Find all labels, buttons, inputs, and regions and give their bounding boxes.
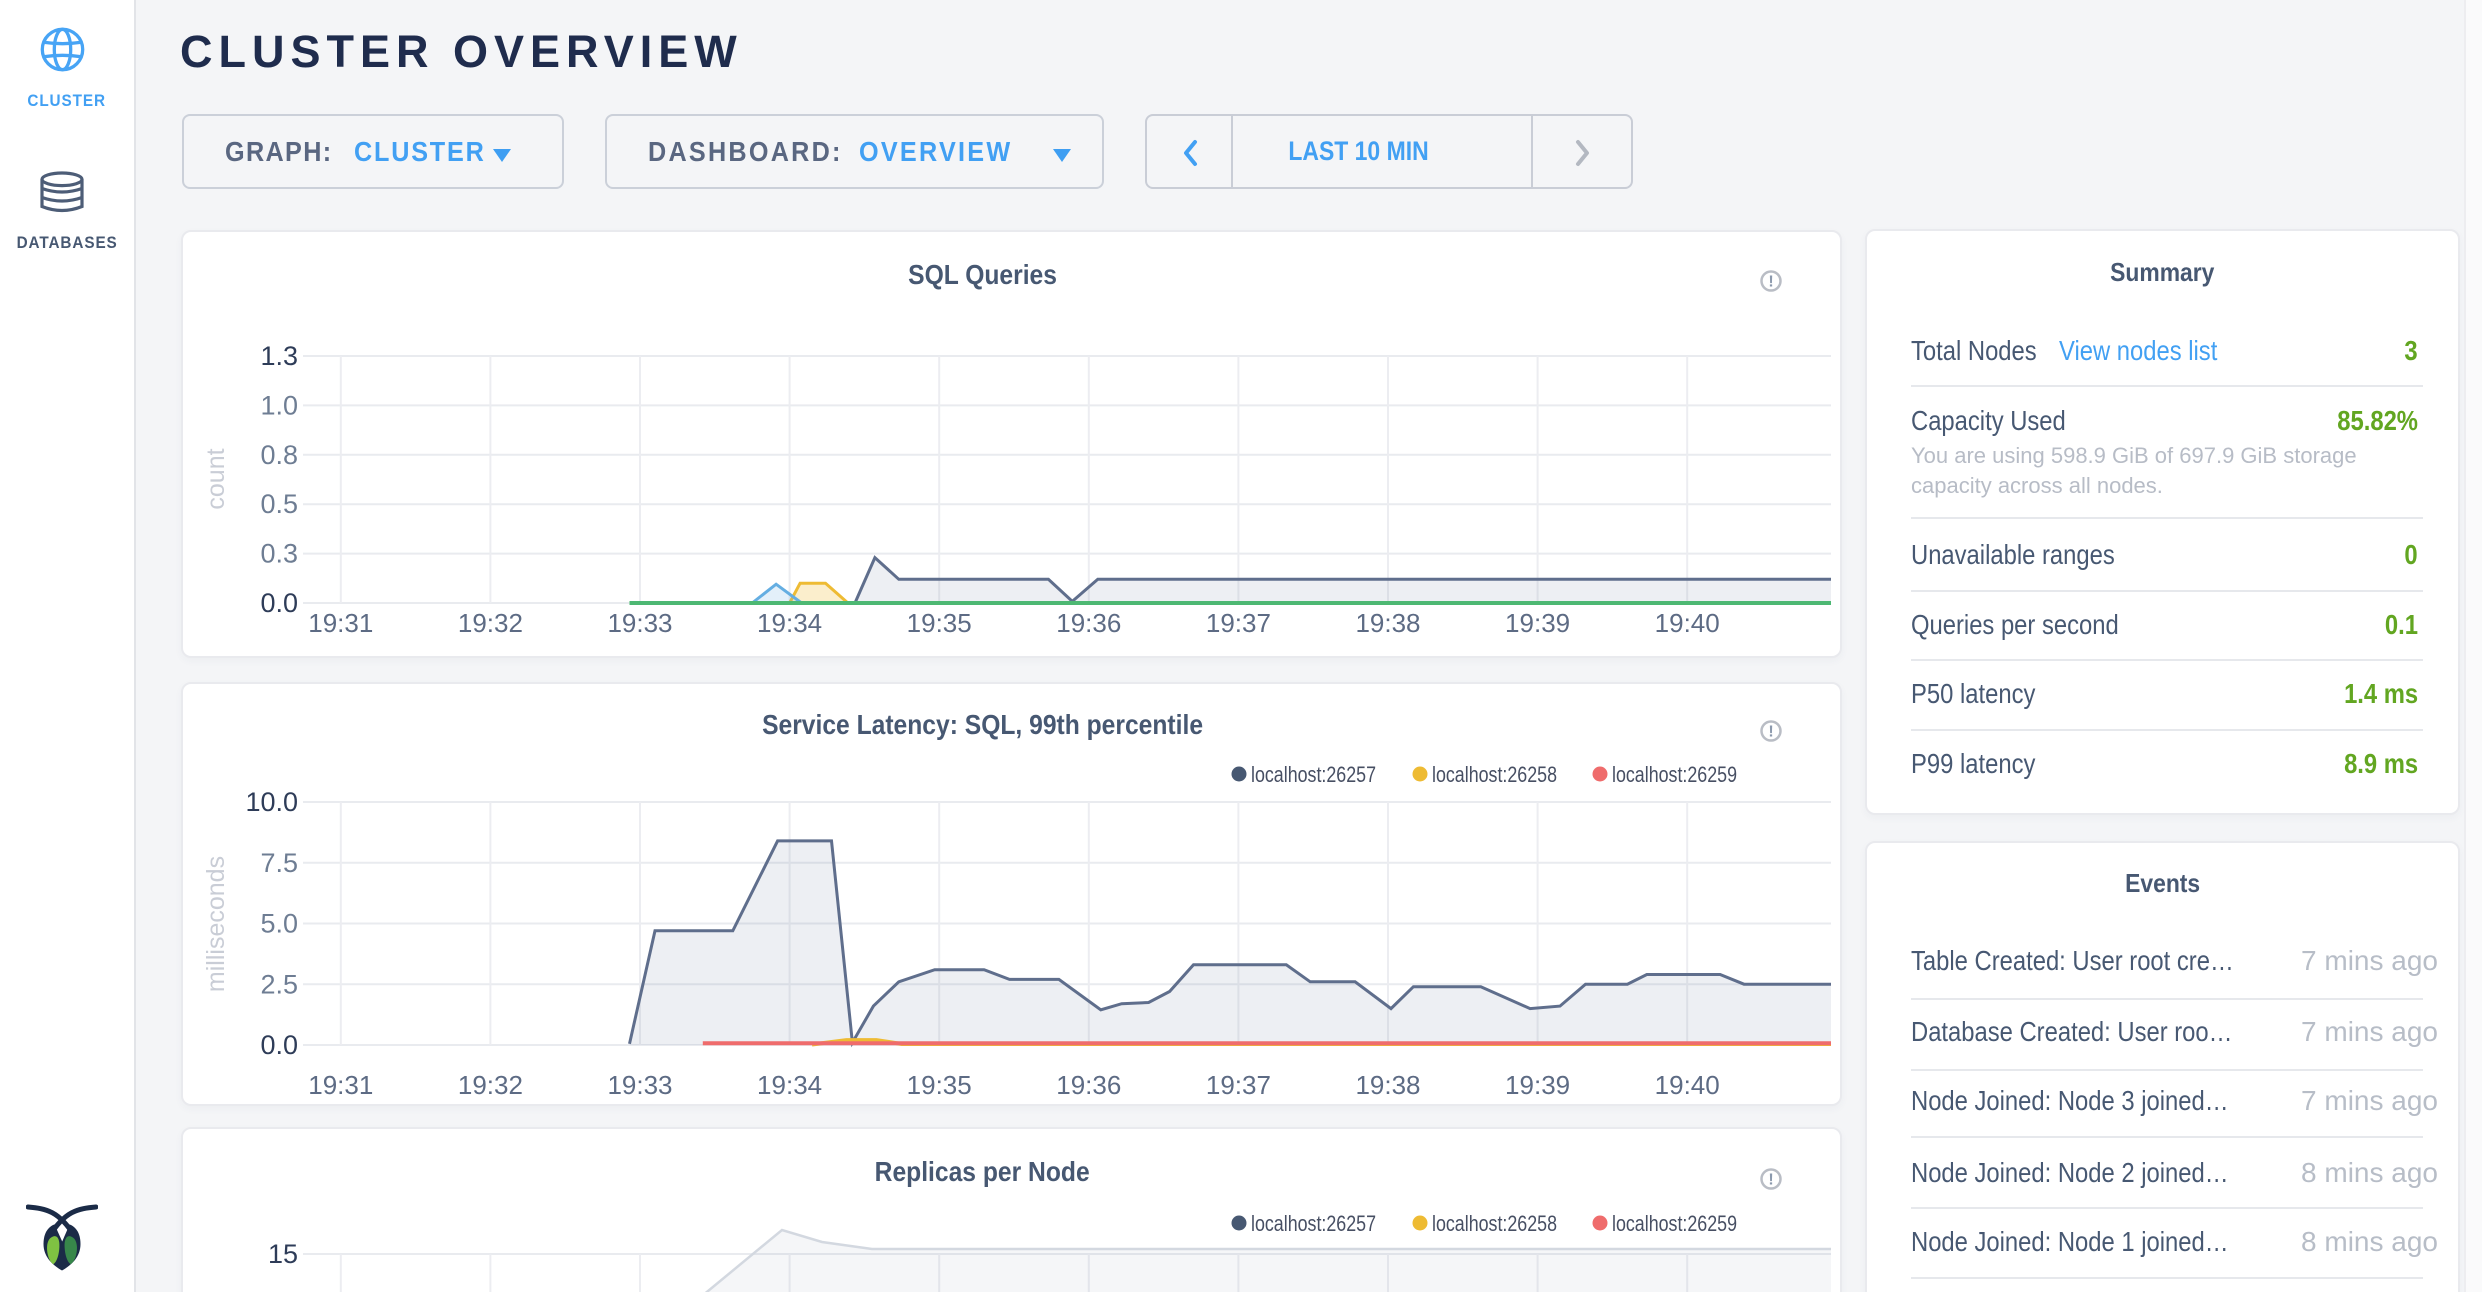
svg-text:19:38: 19:38 bbox=[1355, 1070, 1420, 1100]
svg-text:19:36: 19:36 bbox=[1056, 608, 1121, 638]
svg-text:19:39: 19:39 bbox=[1505, 608, 1570, 638]
svg-text:19:32: 19:32 bbox=[458, 608, 523, 638]
svg-text:5.0: 5.0 bbox=[260, 909, 298, 939]
svg-text:localhost:26257: localhost:26257 bbox=[1251, 762, 1376, 787]
svg-text:localhost:26258: localhost:26258 bbox=[1432, 1211, 1557, 1236]
svg-text:milliseconds: milliseconds bbox=[202, 856, 230, 992]
svg-text:19:38: 19:38 bbox=[1355, 608, 1420, 638]
svg-text:19:34: 19:34 bbox=[757, 1070, 822, 1100]
svg-text:0.5: 0.5 bbox=[260, 489, 298, 519]
svg-text:19:31: 19:31 bbox=[308, 608, 373, 638]
svg-text:!: ! bbox=[1768, 1172, 1773, 1189]
svg-text:localhost:26259: localhost:26259 bbox=[1612, 1211, 1737, 1236]
svg-text:count: count bbox=[202, 448, 230, 509]
svg-text:0.0: 0.0 bbox=[260, 1030, 298, 1060]
svg-text:localhost:26257: localhost:26257 bbox=[1251, 1211, 1376, 1236]
svg-text:19:34: 19:34 bbox=[757, 608, 822, 638]
svg-text:0.8: 0.8 bbox=[260, 440, 298, 470]
svg-text:19:35: 19:35 bbox=[907, 1070, 972, 1100]
svg-text:localhost:26259: localhost:26259 bbox=[1612, 762, 1737, 787]
svg-text:19:33: 19:33 bbox=[607, 1070, 672, 1100]
svg-text:1.3: 1.3 bbox=[260, 341, 298, 371]
svg-text:19:40: 19:40 bbox=[1655, 1070, 1720, 1100]
svg-text:15: 15 bbox=[268, 1239, 298, 1269]
svg-text:10.0: 10.0 bbox=[245, 787, 298, 817]
svg-text:19:35: 19:35 bbox=[907, 608, 972, 638]
svg-text:19:40: 19:40 bbox=[1655, 608, 1720, 638]
svg-text:2.5: 2.5 bbox=[260, 969, 298, 999]
svg-text:19:39: 19:39 bbox=[1505, 1070, 1570, 1100]
svg-text:19:33: 19:33 bbox=[607, 608, 672, 638]
svg-text:19:36: 19:36 bbox=[1056, 1070, 1121, 1100]
svg-text:19:32: 19:32 bbox=[458, 1070, 523, 1100]
svg-text:19:31: 19:31 bbox=[308, 1070, 373, 1100]
svg-text:1.0: 1.0 bbox=[260, 390, 298, 420]
svg-text:localhost:26258: localhost:26258 bbox=[1432, 762, 1557, 787]
svg-text:19:37: 19:37 bbox=[1206, 1070, 1271, 1100]
svg-text:!: ! bbox=[1768, 274, 1773, 291]
svg-text:!: ! bbox=[1768, 724, 1773, 741]
svg-text:7.5: 7.5 bbox=[260, 848, 298, 878]
svg-text:0.0: 0.0 bbox=[260, 588, 298, 618]
svg-text:19:37: 19:37 bbox=[1206, 608, 1271, 638]
svg-text:0.3: 0.3 bbox=[260, 539, 298, 569]
